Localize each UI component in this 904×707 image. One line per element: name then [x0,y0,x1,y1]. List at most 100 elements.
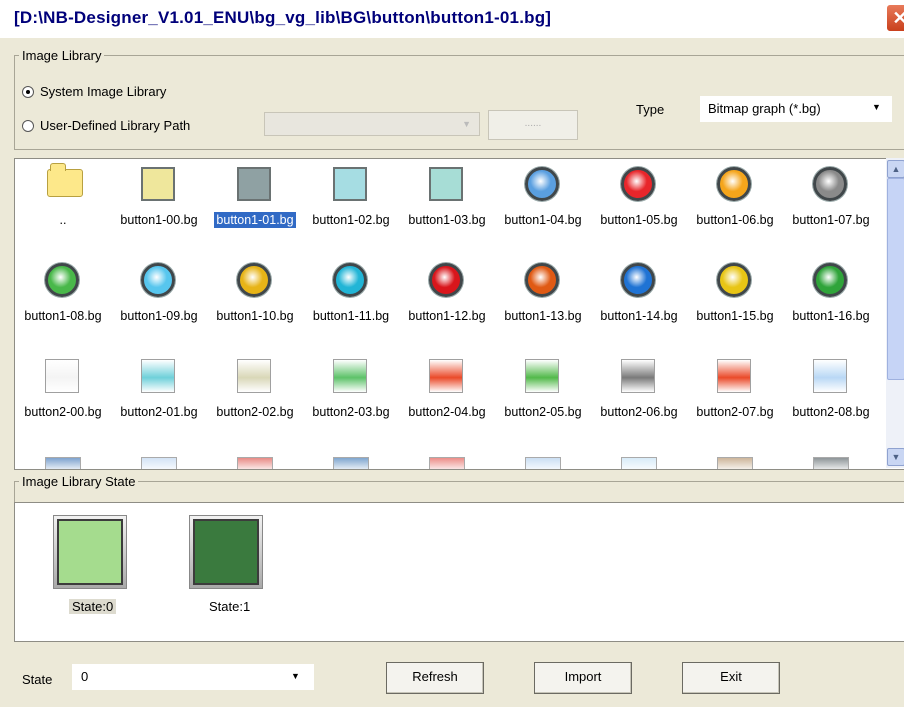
button-thumbnail-icon [525,167,559,201]
gallery-item[interactable]: button2-02.bg [207,351,303,441]
type-select[interactable]: Bitmap graph (*.bg) ▼ [700,96,892,122]
gallery-item-label-text: button1-02.bg [312,213,390,227]
gallery-item-label: button1-12.bg [399,309,495,323]
state-1-preview[interactable] [189,515,263,589]
scroll-down-icon[interactable]: ▼ [887,448,904,466]
type-label: Type [636,102,665,117]
chevron-down-icon: ▼ [462,119,471,129]
gallery-item[interactable]: button1-07.bg [783,159,879,249]
gallery-item-label-text: button2-04.bg [408,405,486,419]
import-button[interactable]: Import [534,662,632,694]
gallery-item[interactable]: button2-03.bg [303,351,399,441]
refresh-button[interactable]: Refresh [386,662,484,694]
button-thumbnail-icon[interactable] [813,457,849,469]
gallery-item-label: button2-01.bg [111,405,207,419]
user-library-radio[interactable]: User-Defined Library Path [22,118,190,133]
button-thumbnail-icon [45,359,79,393]
button-thumbnail-icon [45,263,79,297]
image-library-state-legend: Image Library State [22,474,136,489]
gallery-item-label: button2-07.bg [687,405,783,419]
gallery-item-label: button2-02.bg [207,405,303,419]
button-thumbnail-icon [429,359,463,393]
button-thumbnail-icon[interactable] [525,457,561,469]
gallery-item-label-text: button1-14.bg [600,309,678,323]
gallery-item[interactable]: button2-06.bg [591,351,687,441]
gallery-item[interactable]: button1-06.bg [687,159,783,249]
gallery-item[interactable]: button1-04.bg [495,159,591,249]
gallery-item-label: button1-00.bg [111,213,207,227]
gallery-item[interactable]: button2-04.bg [399,351,495,441]
gallery-item-label: button1-09.bg [111,309,207,323]
gallery-item[interactable]: button2-01.bg [111,351,207,441]
radio-unselected-icon[interactable] [22,119,34,132]
button-thumbnail-icon [237,167,271,201]
state-0-preview[interactable] [53,515,127,589]
radio-selected-icon[interactable] [22,85,34,98]
state-0-label: State:0 [69,599,117,614]
button-thumbnail-icon [141,167,175,201]
gallery-item-label: button1-14.bg [591,309,687,323]
gallery-item-parent-folder[interactable]: .. [15,159,111,249]
gallery-item[interactable]: button1-14.bg [591,255,687,345]
gallery-item[interactable]: button1-08.bg [15,255,111,345]
gallery-item-label-text: button1-09.bg [120,309,198,323]
gallery-item[interactable]: button1-00.bg [111,159,207,249]
gallery-item[interactable]: button1-15.bg [687,255,783,345]
gallery-item[interactable]: button1-12.bg [399,255,495,345]
gallery-item-label-text: button1-08.bg [24,309,102,323]
window-title: [D:\NB-Designer_V1.01_ENU\bg_vg_lib\BG\b… [14,8,552,27]
folder-icon [47,163,83,197]
state-preview-panel: State:0 State:1 [14,502,904,642]
button-thumbnail-icon [717,167,751,201]
gallery-item[interactable]: button1-10.bg [207,255,303,345]
gallery-item[interactable]: button2-00.bg [15,351,111,441]
gallery-item-label: .. [59,213,67,227]
gallery-item-label: button1-02.bg [303,213,399,227]
gallery-item-label: button1-15.bg [687,309,783,323]
button-thumbnail-icon[interactable] [621,457,657,469]
button-thumbnail-icon [813,167,847,201]
gallery-item-label: button1-05.bg [591,213,687,227]
image-gallery[interactable]: .. button1-00.bg button1-01.bg button1-02.… [14,158,904,470]
button-thumbnail-icon[interactable] [237,457,273,469]
gallery-item-label: button2-00.bg [15,405,111,419]
system-library-radio[interactable]: System Image Library [22,84,166,99]
button-thumbnail-icon [333,359,367,393]
button-thumbnail-icon[interactable] [717,457,753,469]
gallery-scrollbar[interactable]: ▲ ▼ [886,158,904,468]
gallery-item[interactable]: button1-09.bg [111,255,207,345]
gallery-item-label-text: button1-00.bg [120,213,198,227]
gallery-item[interactable]: button1-13.bg [495,255,591,345]
gallery-item-label-text: button2-07.bg [696,405,774,419]
gallery-item[interactable]: button2-08.bg [783,351,879,441]
gallery-item-label: button1-16.bg [783,309,879,323]
button-thumbnail-icon [525,359,559,393]
button-thumbnail-icon[interactable] [45,457,81,469]
exit-button[interactable]: Exit [682,662,780,694]
gallery-item[interactable]: button1-02.bg [303,159,399,249]
close-icon[interactable]: ✕ [886,4,904,32]
browse-button[interactable]: ...... [488,110,578,140]
gallery-item[interactable]: button2-05.bg [495,351,591,441]
gallery-item[interactable]: button1-11.bg [303,255,399,345]
gallery-item[interactable]: button2-07.bg [687,351,783,441]
gallery-item-label: button1-11.bg [303,309,399,323]
gallery-item[interactable]: button1-01.bg [207,159,303,249]
button-thumbnail-icon[interactable] [333,457,369,469]
gallery-item[interactable]: button1-16.bg [783,255,879,345]
gallery-item-label: button2-03.bg [303,405,399,419]
button-thumbnail-icon [813,263,847,297]
gallery-item[interactable]: button1-03.bg [399,159,495,249]
state-select-value: 0 [81,669,89,684]
system-library-label: System Image Library [40,84,167,99]
button-thumbnail-icon[interactable] [141,457,177,469]
user-library-path-combo[interactable]: ▼ [264,112,480,136]
state-select[interactable]: 0 ▼ [72,664,314,690]
scroll-up-icon[interactable]: ▲ [887,160,904,178]
button-thumbnail-icon[interactable] [429,457,465,469]
scrollbar-thumb[interactable] [887,178,904,380]
gallery-item-label: button2-08.bg [783,405,879,419]
gallery-item[interactable]: button1-05.bg [591,159,687,249]
button-thumbnail-icon [333,263,367,297]
gallery-item-label: button1-08.bg [15,309,111,323]
